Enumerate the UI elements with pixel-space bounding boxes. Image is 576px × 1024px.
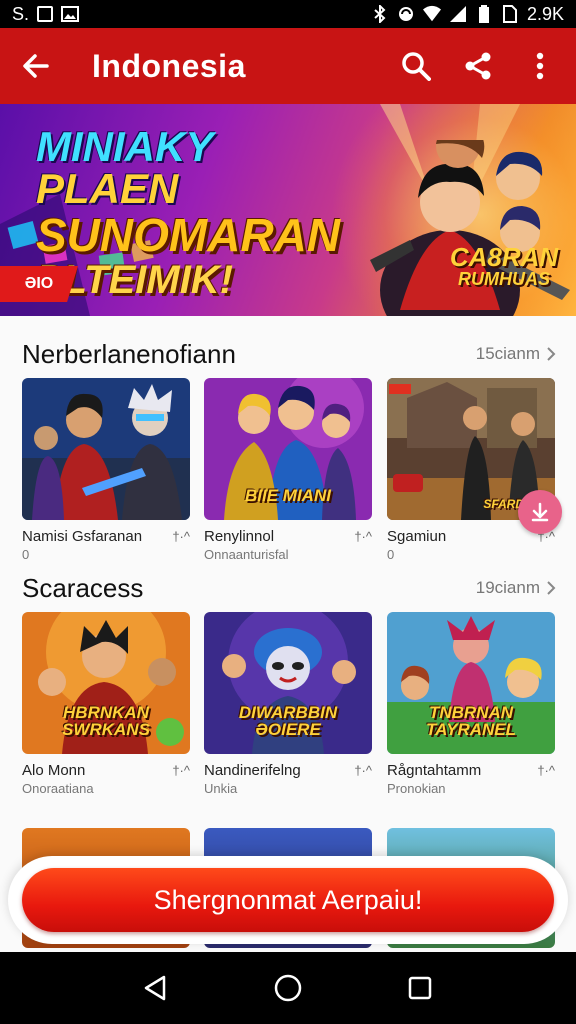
app-name: Sgamiun — [387, 528, 447, 545]
app-thumbnail-label: HBRNKAN SWRKANS — [62, 703, 150, 739]
app-subtitle: Pronokian — [387, 781, 446, 796]
notification-icon — [37, 6, 54, 22]
app-card[interactable]: HBRNKAN SWRKANS Alo Monn †·^ Onoraatiana — [22, 612, 190, 796]
content-area: Nerberlanenofiann 15cianm Namisi Gsfaran… — [0, 316, 576, 952]
app-card[interactable]: BIIE MIANI Renylinnol †·^ Onnaanturisfal — [204, 378, 372, 562]
app-thumbnail-label: TNBRNAN TAYRANEL — [425, 703, 517, 739]
share-icon — [465, 52, 491, 80]
back-arrow-icon — [23, 54, 49, 78]
nav-recents-icon — [408, 976, 432, 1000]
app-card[interactable]: DIWARBBIN ƏOIERE Nandinerifelng †·^ Unki… — [204, 612, 372, 796]
section-header-1: Nerberlanenofiann 15cianm — [22, 334, 556, 374]
nav-home-button[interactable] — [260, 960, 316, 1016]
banner-headline: MINIAKY PLAEN SUNOMARAN PLTEIMIK! — [36, 126, 366, 302]
app-meta: Alo Monn †·^ — [22, 762, 190, 779]
wifi-icon — [422, 5, 441, 23]
app-meta: Rågntahtamm †·^ — [387, 762, 555, 779]
app-thumbnail: TNBRNAN TAYRANEL — [387, 612, 555, 754]
image-notification-icon — [61, 5, 80, 23]
app-thumbnail-label: DIWARBBIN ƏOIERE — [238, 703, 338, 739]
sync-icon — [397, 5, 415, 23]
section-more-link[interactable]: 19cianm — [476, 578, 556, 598]
app-thumbnail: HBRNKAN SWRKANS — [22, 612, 190, 754]
app-subtitle: 0 — [387, 547, 395, 562]
banner-promo-text: CA8RAN RUMHUAS — [434, 244, 574, 288]
banner-headline-line2: SUNOMARAN — [36, 209, 341, 261]
status-left-text: S. — [12, 3, 30, 24]
section-more-label: 19cianm — [475, 578, 540, 597]
download-icon — [531, 502, 549, 522]
section-more-label: 15cianm — [475, 344, 540, 363]
back-button[interactable] — [14, 44, 58, 88]
app-rating: †·^ — [354, 763, 372, 778]
app-rating: †·^ — [172, 529, 190, 544]
download-button[interactable] — [518, 490, 562, 534]
cta-container: Shergnonmat Aerpaiu! — [8, 856, 568, 944]
app-name: Rågntahtamm — [387, 762, 482, 779]
section-title: Scaracess — [22, 572, 144, 603]
status-right: 2.9K — [371, 4, 564, 25]
battery-icon — [475, 5, 493, 23]
section-title: Nerberlanenofiann — [22, 338, 236, 369]
sim-icon — [501, 5, 519, 23]
app-subtitle: 0 — [22, 547, 30, 562]
chevron-right-icon — [547, 581, 556, 595]
app-thumbnail: DIWARBBIN ƏOIERE — [204, 612, 372, 754]
app-card[interactable]: SFARDA Sgamiun †·^ 0 — [387, 378, 555, 562]
share-button[interactable] — [456, 44, 500, 88]
banner-headline-line1-a: MINIAKY — [36, 123, 213, 170]
app-card[interactable]: Namisi Gsfaranan †·^ 0 — [22, 378, 190, 562]
app-thumbnail: BIIE MIANI — [204, 378, 372, 520]
banner-promo-line2: RUMHUAS — [458, 269, 550, 289]
search-icon — [402, 52, 431, 81]
banner-headline-line1: MINIAKY PLAEN — [36, 126, 366, 210]
status-right-text: 2.9K — [526, 3, 564, 24]
system-nav-bar — [0, 952, 576, 1024]
bluetooth-icon — [371, 5, 389, 23]
promo-banner[interactable]: MINIAKY PLAEN SUNOMARAN PLTEIMIK! ƏIO CA… — [0, 104, 576, 316]
nav-back-button[interactable] — [128, 960, 184, 1016]
banner-headline-line3: PLTEIMIK! — [36, 258, 234, 302]
app-rating: †·^ — [537, 763, 555, 778]
banner-headline-line1-b: PLAEN — [36, 165, 179, 212]
nav-back-icon — [144, 975, 166, 1001]
app-subtitle: Onoraatiana — [22, 781, 94, 796]
app-name: Alo Monn — [22, 762, 86, 779]
app-rating: †·^ — [354, 529, 372, 544]
app-name: Nandinerifelng — [204, 762, 301, 779]
cta-button[interactable]: Shergnonmat Aerpaiu! — [22, 868, 554, 932]
app-card[interactable]: TNBRNAN TAYRANEL Rågntahtamm †·^ Pronoki… — [387, 612, 555, 796]
section-more-link[interactable]: 15cianm — [476, 344, 556, 364]
more-vert-icon — [536, 52, 544, 80]
chevron-right-icon — [547, 347, 556, 361]
app-meta: Renylinnol †·^ — [204, 528, 372, 545]
more-options-button[interactable] — [518, 44, 562, 88]
status-bar: S. 2.9K — [0, 0, 576, 28]
app-meta: Nandinerifelng †·^ — [204, 762, 372, 779]
section-header-2: Scaracess 19cianm — [22, 568, 556, 608]
search-button[interactable] — [394, 44, 438, 88]
app-meta: Namisi Gsfaranan †·^ — [22, 528, 190, 545]
nav-recents-button[interactable] — [392, 960, 448, 1016]
app-name: Namisi Gsfaranan — [22, 528, 143, 545]
app-thumbnail-label: BIIE MIANI — [245, 486, 331, 505]
app-subtitle: Onnaanturisfal — [204, 547, 289, 562]
banner-hero-illustration — [370, 140, 570, 316]
banner-promo-line1: CA8RAN — [449, 242, 559, 272]
signal-icon — [449, 5, 467, 23]
page-title: Indonesia — [92, 47, 246, 84]
app-name: Renylinnol — [204, 528, 275, 545]
app-thumbnail — [22, 378, 190, 520]
app-bar-actions — [394, 44, 562, 88]
app-subtitle: Unkia — [204, 781, 238, 796]
app-rating: †·^ — [172, 763, 190, 778]
nav-home-icon — [274, 974, 302, 1002]
app-bar: Indonesia — [0, 28, 576, 104]
status-left: S. — [12, 3, 80, 25]
banner-ribbon: ƏIO — [0, 266, 78, 302]
